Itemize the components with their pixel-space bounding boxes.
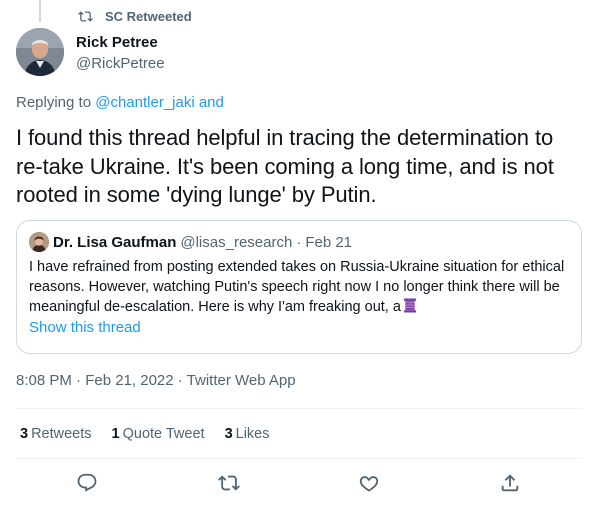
retweets-stat[interactable]: 3 Retweets xyxy=(20,426,92,442)
engagement-stats: 3 Retweets 1 Quote Tweet 3 Likes xyxy=(20,426,290,442)
thread-spool-emoji-icon xyxy=(403,298,416,313)
retweeted-by-label[interactable]: SC Retweeted xyxy=(105,9,192,24)
retweets-count: 3 xyxy=(20,426,29,442)
retweeted-by-row: SC Retweeted xyxy=(78,9,192,24)
reply-button[interactable] xyxy=(76,472,100,496)
replying-to: Replying to @chantler_jaki and xyxy=(16,94,224,111)
retweet-small-icon xyxy=(78,11,93,22)
quoted-tweet-header: Dr. Lisa Gaufman @lisas_research · Feb 2… xyxy=(29,232,569,252)
replying-to-prefix: Replying to xyxy=(16,94,96,111)
avatar[interactable] xyxy=(16,28,64,76)
quoted-avatar-photo xyxy=(29,232,49,252)
quoted-date: Feb 21 xyxy=(305,233,353,251)
action-bar xyxy=(0,472,598,496)
reply-icon xyxy=(77,473,97,492)
likes-count: 3 xyxy=(224,426,233,442)
show-this-thread-link[interactable]: Show this thread xyxy=(29,318,569,338)
tweet-text: I found this thread helpful in tracing t… xyxy=(16,125,554,207)
quoted-handle: @lisas_research xyxy=(180,233,293,251)
divider xyxy=(16,458,582,459)
quote-tweets-label: Quote Tweet xyxy=(122,426,205,442)
retweet-icon xyxy=(218,475,240,491)
quoted-separator: · xyxy=(296,233,302,251)
quoted-text: I have refrained from posting extended t… xyxy=(29,259,565,315)
thread-connector-line xyxy=(39,0,41,22)
quote-tweets-count: 1 xyxy=(111,426,120,442)
author-display-name[interactable]: Rick Petree xyxy=(76,34,165,52)
retweets-label: Retweets xyxy=(31,426,92,442)
quoted-tweet[interactable]: Dr. Lisa Gaufman @lisas_research · Feb 2… xyxy=(16,220,582,354)
heart-icon xyxy=(359,476,379,492)
likes-label: Likes xyxy=(235,426,270,442)
avatar-photo xyxy=(16,28,64,76)
share-icon xyxy=(501,474,519,492)
likes-stat[interactable]: 3 Likes xyxy=(225,426,270,442)
quoted-text-block: I have refrained from posting extended t… xyxy=(29,257,569,317)
divider xyxy=(16,408,582,409)
quoted-avatar[interactable] xyxy=(29,232,49,252)
author-handle[interactable]: @RickPetree xyxy=(76,54,165,74)
retweet-button[interactable] xyxy=(218,472,242,496)
tweet-author: Rick Petree @RickPetree xyxy=(16,28,165,76)
quote-tweets-stat[interactable]: 1 Quote Tweet xyxy=(112,426,205,442)
replying-to-mentions[interactable]: @chantler_jaki and xyxy=(95,94,224,111)
share-button[interactable] xyxy=(499,472,523,496)
tweet-timestamp[interactable]: 8:08 PM · Feb 21, 2022 · Twitter Web App xyxy=(16,372,296,389)
like-button[interactable] xyxy=(358,472,382,496)
quoted-display-name: Dr. Lisa Gaufman xyxy=(53,233,177,251)
